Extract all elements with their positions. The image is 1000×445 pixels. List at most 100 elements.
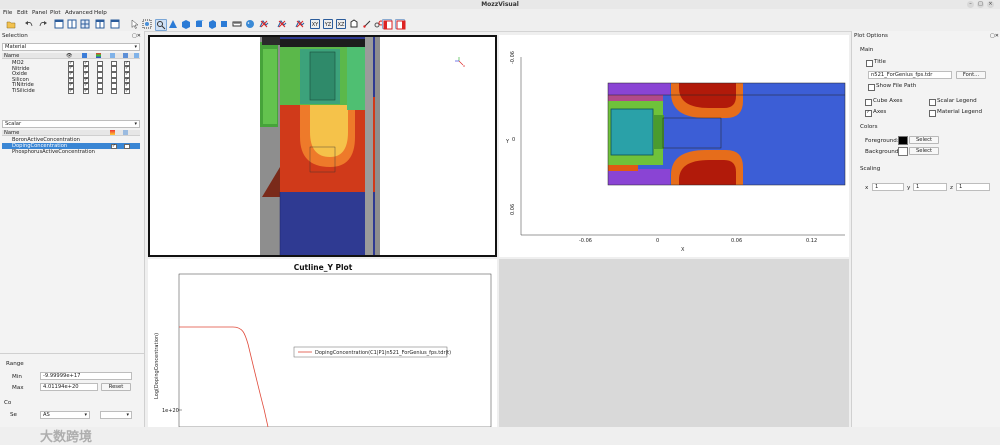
probe-icon[interactable]: [362, 19, 372, 29]
window-title: MozzVisual: [481, 1, 519, 8]
scheme-combo-2[interactable]: ▾: [100, 411, 132, 419]
scale-y-label: y: [907, 185, 911, 191]
view-2d[interactable]: -0.06 0 0.06 Y -0.06 0 0.06 0.12 X: [499, 35, 849, 257]
zoom-icon[interactable]: [155, 19, 167, 31]
scale-z-input[interactable]: 1: [956, 183, 990, 191]
menu-file[interactable]: File: [3, 10, 12, 16]
close-button[interactable]: ×: [987, 1, 994, 8]
menu-panel[interactable]: Panel: [32, 10, 47, 16]
background-label: Background:: [865, 149, 901, 155]
scalar-legend-label: Scalar Legend: [937, 98, 977, 104]
scalar-legend-checkbox[interactable]: [929, 99, 936, 106]
scheme-combo[interactable]: AS ▾: [40, 411, 90, 419]
cut-x-icon[interactable]: [259, 19, 269, 29]
panel-float-icon[interactable]: ▢✕: [132, 33, 141, 39]
plane-yz-icon[interactable]: YZ: [323, 19, 333, 29]
colors-section-label: Colors: [860, 124, 878, 130]
panel-left-icon[interactable]: [382, 19, 393, 30]
scaling-section-label: Scaling: [860, 166, 881, 172]
view-yz-icon[interactable]: [181, 19, 191, 29]
range-reset-button[interactable]: Reset: [101, 383, 131, 391]
plane-xz-icon[interactable]: XZ: [336, 19, 346, 29]
background-color-swatch: [898, 147, 908, 156]
cutline-plot: Cutline_Y Plot Log(DopingConcentration) …: [154, 263, 492, 428]
open-folder-icon[interactable]: [6, 19, 16, 29]
show-file-path-label: Show File Path: [876, 83, 917, 89]
scale-x-input[interactable]: 1: [872, 183, 904, 191]
empty-view: [499, 259, 849, 427]
range-max-input[interactable]: 4.01194e+20: [40, 383, 98, 391]
device-3d-render: x: [260, 37, 465, 255]
y-tick-label: 0.06: [510, 204, 516, 215]
pointer-icon[interactable]: [130, 19, 140, 29]
range-max-label: Max: [12, 385, 24, 391]
range-min-input[interactable]: -9.99999e+17: [40, 372, 132, 380]
axes-checkbox[interactable]: ✓: [865, 110, 872, 117]
visibility-eye-icon: 👁: [66, 53, 73, 59]
panel-float-icon[interactable]: ▢✕: [990, 33, 999, 39]
title-input[interactable]: n521_ForGenius_fps.tdr: [868, 71, 952, 79]
maximize-button[interactable]: □: [977, 1, 984, 8]
x-tick-label: -0.06: [579, 238, 592, 244]
material-legend-checkbox[interactable]: [929, 110, 936, 117]
cut-z-icon[interactable]: [295, 19, 305, 29]
cutline-view[interactable]: Cutline_Y Plot Log(DopingConcentration) …: [148, 259, 497, 428]
main-section-label: Main: [860, 47, 874, 53]
foreground-select-button[interactable]: Select: [909, 136, 939, 144]
material-row-label: TiSilicide: [12, 88, 35, 94]
view-3d[interactable]: x: [148, 35, 497, 257]
show-file-path-checkbox[interactable]: [868, 84, 875, 91]
cut-y-icon[interactable]: [277, 19, 287, 29]
plane-xy-icon[interactable]: XY: [310, 19, 320, 29]
scale-z-label: z: [950, 185, 953, 191]
undo-icon[interactable]: [24, 19, 34, 29]
scheme-label: Se: [10, 412, 17, 418]
selection-title: Selection: [2, 33, 28, 39]
minimize-button[interactable]: –: [967, 1, 974, 8]
layout-single-icon[interactable]: [54, 19, 64, 29]
background-select-button[interactable]: Select: [909, 147, 939, 155]
view-xz-icon[interactable]: [194, 19, 204, 29]
menu-edit[interactable]: Edit: [17, 10, 28, 16]
font-button[interactable]: Font...: [956, 71, 986, 79]
title-checkbox[interactable]: [866, 60, 873, 67]
palette-icon[interactable]: [245, 19, 255, 29]
view-xy-icon[interactable]: [168, 19, 178, 29]
layout-window-icon[interactable]: [110, 19, 120, 29]
material-checkbox[interactable]: [111, 88, 117, 95]
ruler-icon[interactable]: [232, 19, 242, 29]
scalar-combo[interactable]: Scalar ▾: [2, 120, 140, 128]
material-combo[interactable]: Material ▾: [2, 43, 140, 51]
panel-right-icon[interactable]: [395, 19, 406, 30]
layout-split-icon[interactable]: [67, 19, 77, 29]
cutline-y-tick: 1e+20: [162, 408, 179, 414]
material-checkbox[interactable]: ✓: [68, 88, 74, 95]
zoom-fit-icon[interactable]: [142, 19, 152, 29]
divider: [0, 353, 144, 354]
layout-grid-icon[interactable]: [80, 19, 90, 29]
shape-icon[interactable]: [349, 19, 359, 29]
menu-plot[interactable]: Plot: [50, 10, 61, 16]
axes-label: Axes: [873, 109, 887, 115]
cube-axes-checkbox[interactable]: [865, 99, 872, 106]
scalar-row[interactable]: PhosphorusActiveConcentration: [2, 149, 140, 155]
foreground-label: Foreground:: [865, 138, 899, 144]
scale-y-input[interactable]: 1: [913, 183, 947, 191]
menu-advanced[interactable]: Advanced: [65, 10, 93, 16]
color-section-label: Co: [4, 400, 12, 406]
toolbar: XY YZ XZ: [0, 17, 1000, 32]
x-tick-label: 0: [656, 238, 659, 244]
material-checkbox[interactable]: ✓: [83, 88, 89, 95]
view-front-icon[interactable]: [219, 19, 229, 29]
redo-icon[interactable]: [38, 19, 48, 29]
view-iso-icon[interactable]: [207, 19, 217, 29]
menu-help[interactable]: Help: [94, 10, 107, 16]
menu-bar: File Edit Panel Plot Advanced Help: [0, 9, 1000, 17]
material-checkbox[interactable]: [97, 88, 103, 95]
watermark: 大数跨境: [40, 430, 93, 445]
layout-quad-icon[interactable]: [95, 19, 105, 29]
title-checkbox-label: Title: [874, 59, 886, 65]
wire-icon: [110, 53, 115, 58]
plot-options-panel: Plot Options ▢✕ Main Title n521_ForGeniu…: [851, 31, 1000, 427]
material-checkbox[interactable]: ✓: [124, 88, 130, 95]
